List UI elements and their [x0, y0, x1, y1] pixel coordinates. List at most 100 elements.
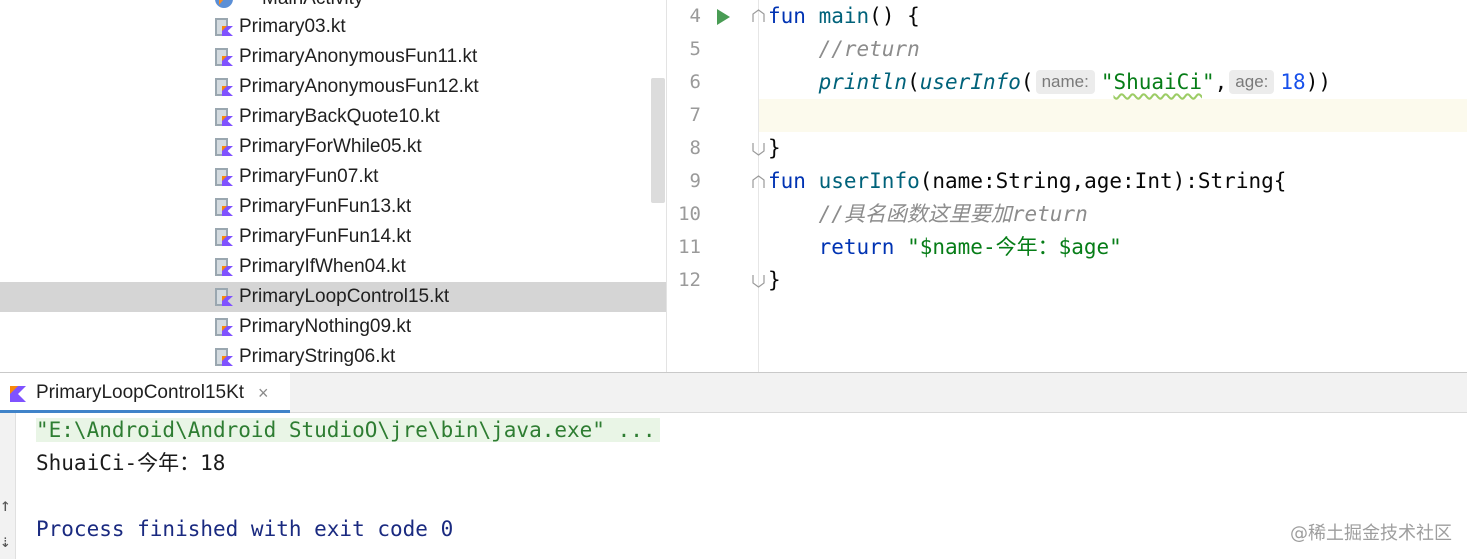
kotlin-file-icon: [215, 108, 233, 126]
run-tool-window: PrimaryLoopControl15Kt × ↑ ⇣ "E:\Android…: [0, 372, 1467, 559]
tree-item-label: PrimaryBackQuote10.kt: [239, 106, 440, 127]
kotlin-run-icon: [10, 386, 26, 402]
line-number: 9: [689, 170, 701, 192]
code-text: }: [768, 268, 781, 292]
line-number: 5: [689, 38, 701, 60]
toolbar-icon[interactable]: ⇣: [0, 531, 11, 552]
current-line-highlight: [667, 99, 1467, 132]
code-text: (name:String,age:Int):String{: [919, 169, 1287, 193]
kotlin-file-icon: [215, 168, 233, 186]
tree-item-file[interactable]: PrimaryForWhile05.kt: [0, 132, 666, 162]
kotlin-file-icon: [215, 18, 233, 36]
code-text: (: [907, 70, 920, 94]
code-editor[interactable]: 4 5 6 7 8 9 10 11 12 fun main() { //retu…: [666, 0, 1467, 372]
code-line-12[interactable]: }: [768, 264, 781, 297]
activity-icon: [215, 0, 233, 8]
console-output-line: ShuaiCi-今年：18: [36, 451, 226, 475]
string-template: "$name-今年：$age": [907, 235, 1122, 259]
tree-item-file[interactable]: PrimaryBackQuote10.kt: [0, 102, 666, 132]
code-line-11[interactable]: return "$name-今年：$age": [768, 231, 1122, 264]
code-line-10[interactable]: //具名函数这里要加return: [768, 198, 1088, 231]
tree-item-label: PrimaryAnonymousFun11.kt: [239, 46, 478, 67]
code-text: () {: [869, 4, 920, 28]
tree-item-label: PrimaryString06.kt: [239, 346, 396, 367]
code-line-4[interactable]: fun main() {: [768, 0, 920, 33]
tree-item-file[interactable]: PrimaryFunFun14.kt: [0, 222, 666, 252]
kotlin-file-icon: [215, 48, 233, 66]
comment: //具名函数这里要加return: [818, 202, 1088, 226]
kotlin-file-icon: [215, 318, 233, 336]
code-line-9[interactable]: fun userInfo(name:String,age:Int):String…: [768, 165, 1286, 198]
function-call: println: [818, 70, 908, 94]
tree-item-file[interactable]: PrimaryNothing09.kt: [0, 312, 666, 342]
tree-item-file[interactable]: PrimaryAnonymousFun12.kt: [0, 72, 666, 102]
tree-item-file[interactable]: PrimaryString06.kt: [0, 342, 666, 372]
toolbar-icon[interactable]: ↑: [0, 495, 11, 516]
parameter-hint: age:: [1229, 70, 1275, 94]
fold-icon[interactable]: [752, 142, 765, 156]
kotlin-file-icon: [215, 198, 233, 216]
tree-item-label: PrimaryIfWhen04.kt: [239, 256, 406, 277]
line-number: 11: [678, 236, 701, 258]
line-number: 12: [678, 269, 701, 291]
code-text: }: [768, 136, 781, 160]
tree-item-file[interactable]: Primary03.kt: [0, 12, 666, 42]
keyword: fun: [768, 4, 806, 28]
fold-icon[interactable]: [752, 9, 765, 23]
tree-item-file[interactable]: PrimaryAnonymousFun11.kt: [0, 42, 666, 72]
run-side-toolbar: ↑ ⇣: [0, 413, 16, 559]
parameter-hint: name:: [1035, 70, 1095, 94]
project-tree: MainActivity Primary03.kt PrimaryAnonymou…: [0, 0, 666, 372]
number-literal: 18: [1280, 70, 1306, 94]
tree-item-label: MainActivity: [262, 0, 363, 10]
tree-item-file[interactable]: PrimaryFunFun13.kt: [0, 192, 666, 222]
kotlin-file-icon: [215, 228, 233, 246]
tree-item-label: PrimaryAnonymousFun12.kt: [239, 76, 479, 97]
fold-icon[interactable]: [752, 175, 765, 189]
tree-item-label: PrimaryLoopControl15.kt: [239, 286, 450, 307]
tree-item-label: PrimaryFunFun13.kt: [239, 196, 412, 217]
fold-icon[interactable]: [752, 274, 765, 288]
close-icon[interactable]: ×: [258, 382, 269, 404]
tree-item-label: PrimaryFun07.kt: [239, 166, 379, 187]
code-line-8[interactable]: }: [768, 132, 781, 165]
line-number: 6: [689, 71, 701, 93]
tree-item-file[interactable]: PrimaryLoopControl15.kt: [0, 282, 666, 312]
line-number: 8: [689, 137, 701, 159]
kotlin-file-icon: [215, 78, 233, 96]
console-exit-line: Process finished with exit code 0: [36, 517, 454, 541]
comment: //return: [818, 37, 920, 61]
run-tab-label: PrimaryLoopControl15Kt: [36, 382, 245, 403]
tree-item-label: PrimaryForWhile05.kt: [239, 136, 422, 157]
watermark: @稀土掘金技术社区: [1290, 523, 1452, 544]
tree-item-file[interactable]: PrimaryFun07.kt: [0, 162, 666, 192]
tree-scrollbar[interactable]: [651, 78, 665, 203]
function-name: userInfo: [818, 169, 920, 193]
run-tab-bar: PrimaryLoopControl15Kt ×: [0, 373, 1467, 413]
typo-squiggle: ShuaiCi: [1113, 70, 1202, 94]
line-number: 4: [689, 5, 701, 27]
code-text: )): [1305, 70, 1331, 94]
code-line-6[interactable]: println(userInfo(name: "ShuaiCi", age: 18)): [768, 66, 1331, 99]
line-number: 10: [678, 203, 701, 225]
tree-item-label: PrimaryFunFun14.kt: [239, 226, 412, 247]
console-command-line: "E:\Android\Android StudioO\jre\bin\java…: [36, 414, 660, 447]
kotlin-file-icon: [215, 288, 233, 306]
keyword: fun: [768, 169, 806, 193]
code-text: ,: [1214, 70, 1228, 94]
tree-item-label: Primary03.kt: [239, 16, 346, 37]
line-number: 7: [689, 104, 701, 126]
run-main-icon[interactable]: [717, 9, 730, 25]
tree-item-label: PrimaryNothing09.kt: [239, 316, 412, 337]
code-line-5[interactable]: //return: [768, 33, 920, 66]
function-call: userInfo: [919, 70, 1021, 94]
string-literal: "ShuaiCi": [1100, 70, 1215, 94]
keyword: return: [818, 235, 895, 259]
console-command: "E:\Android\Android StudioO\jre\bin\java…: [36, 418, 660, 442]
tree-item-file[interactable]: PrimaryIfWhen04.kt: [0, 252, 666, 282]
code-text: (: [1020, 70, 1034, 94]
kotlin-file-icon: [215, 348, 233, 366]
run-tab[interactable]: PrimaryLoopControl15Kt ×: [0, 373, 290, 413]
editor-gutter: 4 5 6 7 8 9 10 11 12: [667, 0, 765, 372]
function-name: main: [818, 4, 870, 28]
